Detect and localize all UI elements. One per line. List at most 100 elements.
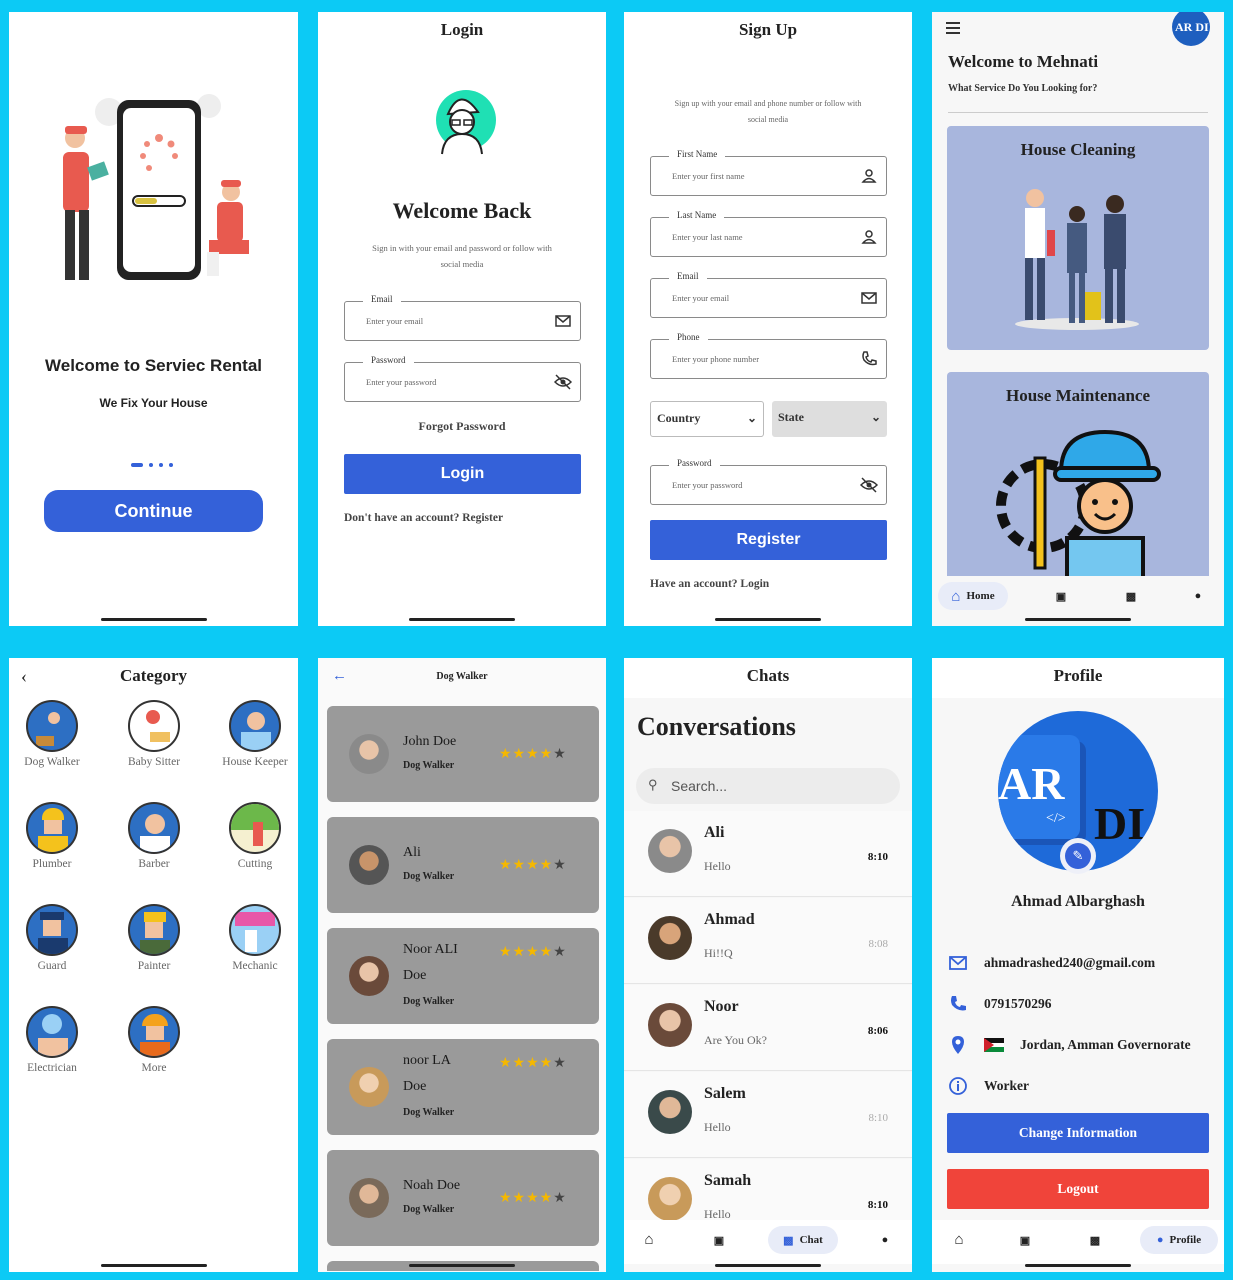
password-field[interactable]: Password Enter your password	[650, 458, 887, 505]
avatar	[349, 734, 389, 774]
worker-card[interactable]: Ali Dog Walker ★★★★★	[327, 817, 599, 913]
person-icon	[861, 169, 877, 183]
profile-phone: 0791570296	[984, 996, 1052, 1011]
nav-calendar[interactable]: ▣	[1026, 582, 1096, 610]
state-select[interactable]: State ⌄	[772, 401, 887, 437]
avatar[interactable]: AR DI	[1172, 12, 1210, 46]
page-title: Chats	[746, 666, 790, 685]
password-field[interactable]: Password Enter your password	[344, 355, 581, 402]
service-card-house-maintenance[interactable]: House Maintenance	[947, 372, 1209, 592]
home-indicator	[1025, 618, 1131, 621]
category-label: House Keeper	[222, 756, 288, 768]
nav-profile[interactable]: ● Profile	[1140, 1226, 1218, 1254]
login-button[interactable]: Login	[344, 454, 581, 494]
avatar	[648, 1003, 692, 1047]
worker-role: Dog Walker	[403, 1107, 455, 1118]
logout-button[interactable]: Logout	[947, 1169, 1209, 1209]
phone-row: 0791570296	[948, 994, 1052, 1014]
search-bar[interactable]: ⚲ Search...	[636, 768, 900, 804]
nav-home[interactable]: ⌂	[932, 1226, 994, 1254]
baby-sitter-icon	[128, 700, 180, 752]
worker-card[interactable]: Noor ALI Doe Dog Walker ★★★★★	[327, 928, 599, 1024]
edit-avatar-button[interactable]: ✎	[1060, 838, 1096, 874]
first-name-field[interactable]: First Name Enter your first name	[650, 149, 887, 196]
worker-card[interactable]: noor LA Doe Dog Walker ★★★★★	[327, 1039, 599, 1135]
nav-chat[interactable]: ▩ Chat	[768, 1226, 838, 1254]
category-dog-walker[interactable]: Dog Walker	[12, 700, 92, 768]
country-value: Country	[657, 411, 701, 425]
home-indicator	[409, 1264, 515, 1267]
worker-avatar-icon	[436, 90, 496, 155]
worker-card[interactable]: Noah Doe Dog Walker ★★★★★	[327, 1150, 599, 1246]
worker-name-line2: Doe	[403, 1079, 427, 1094]
category-house-keeper[interactable]: House Keeper	[215, 700, 295, 768]
nav-home[interactable]: ⌂	[624, 1226, 684, 1254]
page-dot	[169, 463, 173, 467]
code-icon: </>	[1046, 811, 1066, 826]
rating-stars: ★★★★★	[499, 747, 567, 762]
eye-off-icon[interactable]	[554, 373, 572, 391]
nav-profile[interactable]: ●	[850, 1226, 912, 1254]
email-field[interactable]: Email Enter your email	[650, 271, 887, 318]
email-field[interactable]: Email Enter your email	[344, 294, 581, 341]
nav-home[interactable]: ⌂ Home	[938, 582, 1008, 610]
forgot-password-link[interactable]: Forgot Password	[318, 419, 606, 434]
register-button[interactable]: Register	[650, 520, 887, 560]
password-label: Password	[669, 458, 720, 468]
last-name-field[interactable]: Last Name Enter your last name	[650, 210, 887, 257]
nav-calendar[interactable]: ▣	[990, 1226, 1060, 1254]
chat-time: 8:10	[868, 1112, 888, 1124]
login-screen: Login Welcome Back Sign in with your ema…	[318, 12, 606, 626]
category-painter[interactable]: Painter	[114, 904, 194, 972]
nav-calendar[interactable]: ▣	[684, 1226, 754, 1254]
menu-icon[interactable]	[946, 22, 960, 34]
page-dot	[149, 463, 153, 467]
category-electrician[interactable]: Electrician	[12, 1006, 92, 1074]
avatar	[648, 829, 692, 873]
category-baby-sitter[interactable]: Baby Sitter	[114, 700, 194, 768]
register-link[interactable]: Don't have an account? Register	[344, 512, 503, 524]
role-row: Worker	[948, 1076, 1029, 1096]
category-plumber[interactable]: Plumber	[12, 802, 92, 870]
nav-chat[interactable]: ▩	[1096, 582, 1166, 610]
calendar-icon: ▣	[1055, 590, 1067, 603]
home-screen: AR DI Welcome to Mehnati What Service Do…	[932, 12, 1224, 626]
splash-illustration	[63, 94, 249, 280]
more-icon	[128, 1006, 180, 1058]
chat-name: Ali	[704, 824, 725, 841]
signup-screen: Sign Up Sign up with your email and phon…	[624, 12, 912, 626]
category-guard[interactable]: Guard	[12, 904, 92, 972]
phone-field[interactable]: Phone Enter your phone number	[650, 332, 887, 379]
service-card-house-cleaning[interactable]: House Cleaning	[947, 126, 1209, 350]
chat-item[interactable]: Noor Are You Ok? 8:06	[624, 985, 912, 1071]
person-icon	[861, 230, 877, 244]
category-cutting[interactable]: Cutting	[215, 802, 295, 870]
category-mechanic[interactable]: Mechanic	[215, 904, 295, 972]
bottom-nav: ⌂ ▣ ▩ Chat ●	[624, 1220, 912, 1264]
rating-stars: ★★★★★	[499, 1056, 567, 1071]
nav-chat[interactable]: ▩	[1060, 1226, 1130, 1254]
chat-message: Hello	[704, 859, 731, 873]
category-label: Electrician	[27, 1062, 77, 1074]
barber-icon	[128, 802, 180, 854]
mail-icon	[949, 956, 967, 970]
avatar	[648, 1177, 692, 1221]
password-label: Password	[363, 355, 414, 365]
avatar-text-1: AR	[998, 758, 1065, 809]
chat-item[interactable]: Salem Hello 8:10	[624, 1072, 912, 1158]
continue-button[interactable]: Continue	[44, 490, 263, 532]
chat-item[interactable]: Ali Hello 8:10	[624, 811, 912, 897]
category-more[interactable]: More	[114, 1006, 194, 1074]
eye-off-icon[interactable]	[860, 476, 878, 494]
house-keeper-icon	[229, 700, 281, 752]
chat-message: Hi!!Q	[704, 946, 733, 960]
cleaning-team-illustration	[1015, 189, 1139, 330]
nav-profile[interactable]: ●	[1163, 582, 1224, 610]
chevron-down-icon: ⌄	[870, 410, 881, 424]
category-barber[interactable]: Barber	[114, 802, 194, 870]
chat-item[interactable]: Ahmad Hi!!Q 8:08	[624, 898, 912, 984]
login-link[interactable]: Have an account? Login	[650, 578, 769, 590]
change-information-button[interactable]: Change Information	[947, 1113, 1209, 1153]
country-select[interactable]: Country ⌄	[650, 401, 764, 437]
worker-card[interactable]: John Doe Dog Walker ★★★★★	[327, 706, 599, 802]
